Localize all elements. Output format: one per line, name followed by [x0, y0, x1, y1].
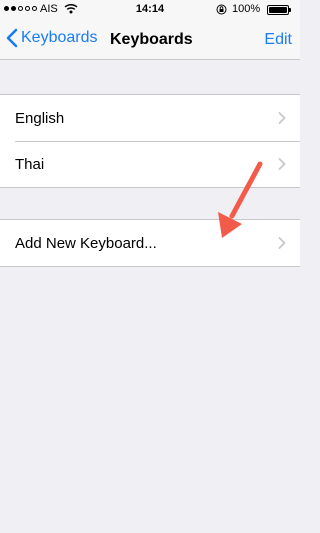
rotation-lock-icon: [216, 4, 227, 18]
back-chevron-icon: [6, 28, 18, 48]
chevron-right-icon: [278, 237, 286, 249]
list-item-english[interactable]: English: [0, 95, 300, 141]
battery-icon: [267, 5, 289, 15]
screen: AIS 14:14 100% Keyboards Keyboards Edit …: [0, 0, 300, 533]
battery-fill: [269, 7, 287, 13]
add-new-keyboard-label: Add New Keyboard...: [15, 234, 157, 252]
page-title: Keyboards: [110, 31, 193, 48]
add-keyboard-group: Add New Keyboard...: [0, 219, 300, 267]
chevron-right-icon: [278, 158, 286, 170]
back-button-label: Keyboards: [21, 29, 98, 46]
status-bar: AIS 14:14 100%: [0, 0, 300, 20]
list-item-label: Thai: [15, 155, 45, 173]
navigation-bar: Keyboards Keyboards Edit: [0, 20, 300, 60]
back-button[interactable]: Keyboards: [6, 28, 98, 48]
chevron-right-icon: [278, 112, 286, 124]
list-item-thai[interactable]: Thai: [0, 141, 300, 187]
list-item-label: English: [15, 109, 65, 127]
keyboards-list: English Thai: [0, 94, 300, 188]
edit-button[interactable]: Edit: [264, 31, 292, 49]
add-new-keyboard-button[interactable]: Add New Keyboard...: [0, 220, 300, 266]
battery-tip: [289, 8, 291, 12]
battery-percentage: 100%: [232, 3, 261, 15]
